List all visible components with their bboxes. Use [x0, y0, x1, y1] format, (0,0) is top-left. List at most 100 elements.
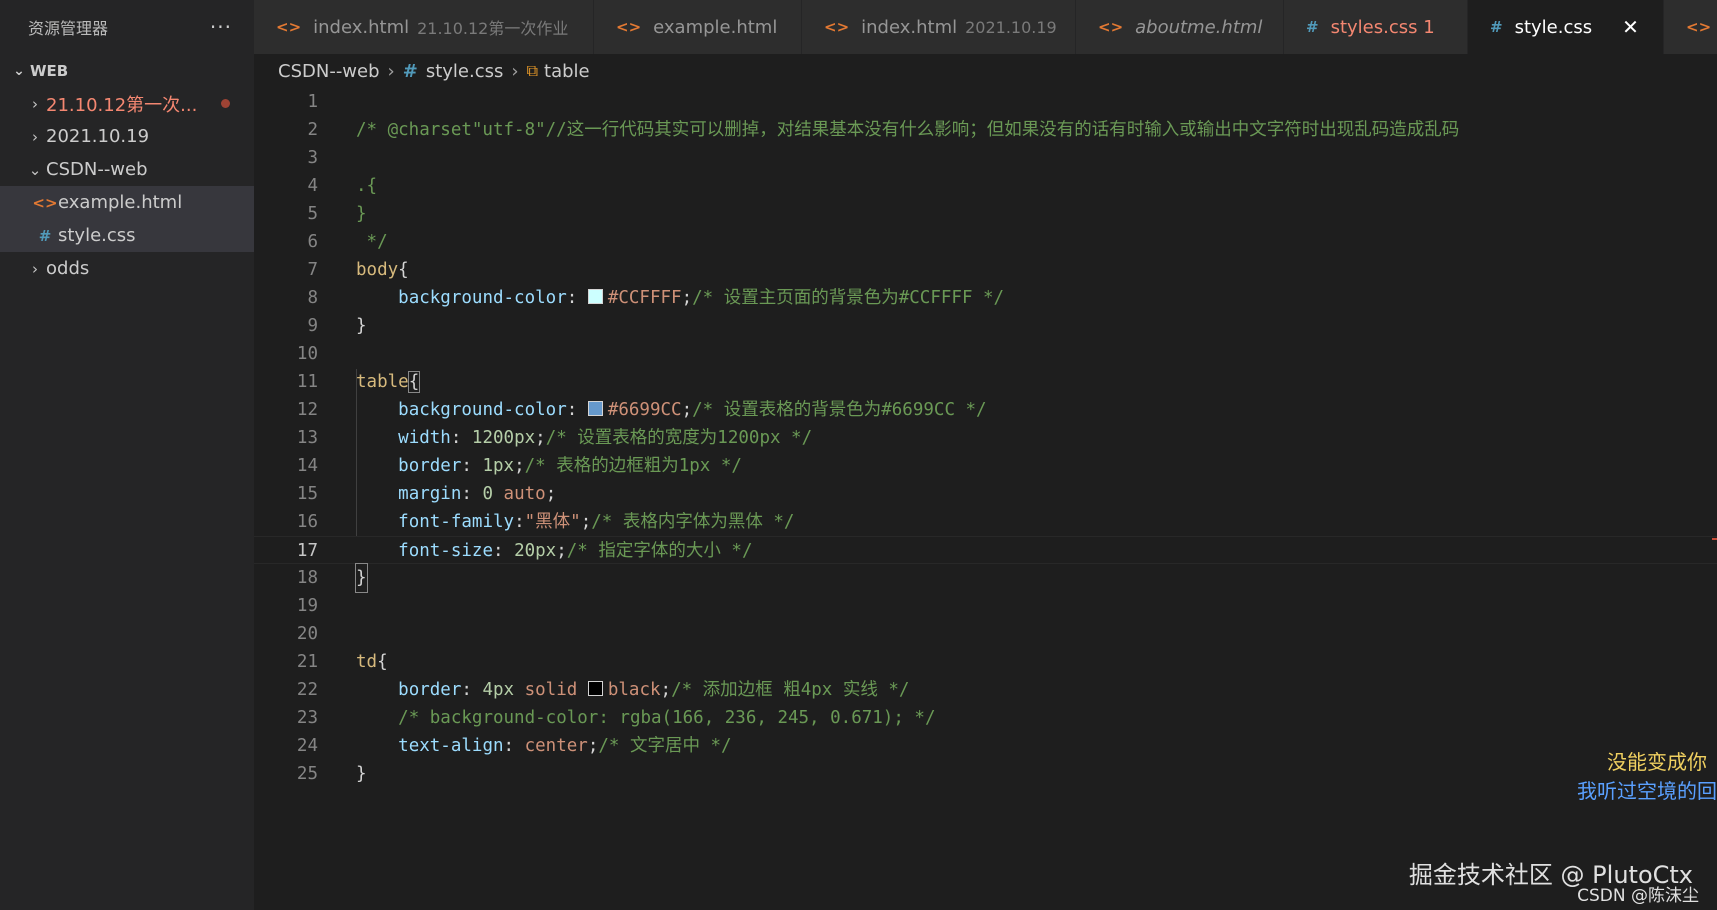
css-value: 1200px [471, 428, 536, 448]
html-file-icon: <> [824, 18, 850, 36]
code-line: 23 /* background-color: rgba(166, 236, 2… [254, 704, 1717, 732]
tab-index-html-2[interactable]: <> index.html 2021.10.19 [802, 0, 1076, 54]
tab-description: 21.10.12第一次作业 [417, 19, 569, 38]
html-file-icon: <> [1686, 18, 1712, 36]
html-file-icon: <> [1098, 18, 1124, 36]
breadcrumb-folder[interactable]: CSDN--web [278, 61, 380, 82]
color-swatch[interactable] [587, 681, 603, 696]
code-line: 11 table{ [254, 368, 1717, 396]
tab-label: index.html [313, 16, 410, 38]
code-editor[interactable]: 1 2 /* @charset"utf-8"//这一行代码其实可以删掉，对结果基本… [254, 88, 1717, 910]
code-comment: /* 设置表格的背景色为#6699CC */ [692, 400, 987, 420]
css-value: 4px [482, 680, 515, 700]
tree-item-label: CSDN--web [46, 159, 148, 180]
code-line: 12 background-color: #6699CC;/* 设置表格的背景色… [254, 396, 1717, 424]
line-number: 4 [307, 176, 318, 196]
code-line: 24 text-align: center;/* 文字居中 */ [254, 732, 1717, 760]
line-number: 1 [307, 92, 318, 112]
tab-aboutme-html[interactable]: <> aboutme.html [1076, 0, 1284, 54]
line-number: 7 [307, 260, 318, 280]
tree-folder-odds[interactable]: › odds [0, 252, 254, 285]
css-property: border [398, 680, 462, 700]
css-value: 0 [482, 484, 493, 504]
symbol-class-icon: ⧉ [526, 61, 539, 80]
css-property: font-family [398, 512, 515, 532]
explorer-sidebar: 资源管理器 ··· ⌄ WEB › 21.10.12第一次... › 2021.… [0, 0, 254, 910]
code-comment: */ [356, 232, 388, 252]
code-comment: /* 指定字体的大小 */ [566, 541, 753, 561]
chevron-right-icon: › [511, 60, 519, 82]
line-number: 13 [296, 428, 318, 448]
html-file-icon: <> [616, 18, 642, 36]
code-line: 13 width: 1200px;/* 设置表格的宽度为1200px */ [254, 424, 1717, 452]
css-value: solid [524, 680, 578, 700]
workspace-section-web[interactable]: ⌄ WEB [0, 54, 254, 87]
css-property: text-align [398, 736, 504, 756]
html-file-icon: <> [276, 18, 302, 36]
editor-tabs: <> index.html 21.10.12第一次作业 <> example.h… [254, 0, 1717, 54]
tree-item-label: example.html [58, 192, 183, 213]
line-number: 3 [307, 148, 318, 168]
line-number: 10 [296, 344, 318, 364]
watermark: CSDN @陈沫尘 [1577, 886, 1699, 906]
tree-folder-csdn-web[interactable]: ⌄ CSDN--web [0, 153, 254, 186]
css-property: margin [398, 484, 462, 504]
tab-style-css[interactable]: # style.css ✕ [1468, 0, 1664, 54]
close-icon[interactable]: ✕ [1622, 15, 1639, 39]
code-line: 20 [254, 620, 1717, 648]
tree-item-label: 2021.10.19 [46, 126, 150, 147]
line-number: 6 [307, 232, 318, 252]
chevron-down-icon: ⌄ [28, 160, 42, 179]
modified-dot-icon [221, 99, 230, 108]
css-property: width [398, 428, 451, 448]
color-swatch[interactable] [587, 401, 603, 416]
tree-item-label: 21.10.12第一次... [46, 94, 198, 116]
line-number: 17 [296, 541, 318, 561]
tree-item-label: odds [46, 258, 90, 279]
tab-styles-css[interactable]: # styles.css 1 [1284, 0, 1468, 54]
css-value: 1px [482, 456, 515, 476]
more-actions-icon[interactable]: ··· [210, 15, 232, 39]
tree-file-example-html[interactable]: <> example.html [0, 186, 254, 219]
line-number: 12 [296, 400, 318, 420]
current-code-line: 17 font-size: 20px;/* 指定字体的大小 */ [254, 536, 1717, 564]
code-line: 15 margin: 0 auto; [254, 480, 1717, 508]
css-selector: table [356, 372, 409, 392]
css-value: #CCFFFF [607, 288, 682, 308]
tab-pic[interactable]: <> pic [1664, 0, 1717, 54]
css-value: #6699CC [607, 400, 682, 420]
code-comment: /* 表格的边框粗为1px */ [524, 456, 742, 476]
tab-index-html-1[interactable]: <> index.html 21.10.12第一次作业 [254, 0, 594, 54]
tab-label: index.html [861, 16, 958, 38]
code-line: 5} [254, 200, 1717, 228]
desktop-lyric-line: 我听过空境的回 [1577, 779, 1717, 803]
code-line: 6 */ [254, 228, 1717, 256]
tree-folder-21-10-12[interactable]: › 21.10.12第一次... [0, 87, 254, 120]
css-property: font-size [398, 541, 493, 561]
code-line: 2 /* @charset"utf-8"//这一行代码其实可以删掉，对结果基本没有… [254, 116, 1717, 144]
code-comment: /* background-color: rgba(166, 236, 245,… [398, 708, 936, 728]
code-comment: } [356, 204, 367, 224]
code-line: 8 background-color: #CCFFFF;/* 设置主页面的背景色… [254, 284, 1717, 312]
tab-example-html[interactable]: <> example.html [594, 0, 802, 54]
line-number: 19 [296, 596, 318, 616]
code-line: 18} [254, 563, 1717, 593]
tree-file-style-css[interactable]: # style.css [0, 219, 254, 252]
code-line: 9} [254, 312, 1717, 340]
line-number: 16 [296, 512, 318, 532]
tree-folder-2021-10-19[interactable]: › 2021.10.19 [0, 120, 254, 153]
line-number: 9 [307, 316, 318, 336]
color-swatch[interactable] [587, 289, 603, 304]
line-number: 22 [296, 680, 318, 700]
code-line: 3 [254, 144, 1717, 172]
breadcrumb-file[interactable]: style.css [426, 61, 504, 82]
code-comment: /* @charset"utf-8"//这一行代码其实可以删掉，对结果基本没有什… [356, 120, 1460, 140]
explorer-header: 资源管理器 ··· [0, 0, 254, 54]
tab-description: 2021.10.19 [965, 17, 1057, 37]
workspace-label: WEB [30, 61, 69, 80]
code-line: 1 [254, 88, 1717, 116]
code-line: 21 td{ [254, 648, 1717, 676]
scrollbar-marker [1712, 538, 1717, 540]
breadcrumb-symbol[interactable]: table [544, 61, 590, 82]
chevron-right-icon: › [387, 60, 395, 82]
